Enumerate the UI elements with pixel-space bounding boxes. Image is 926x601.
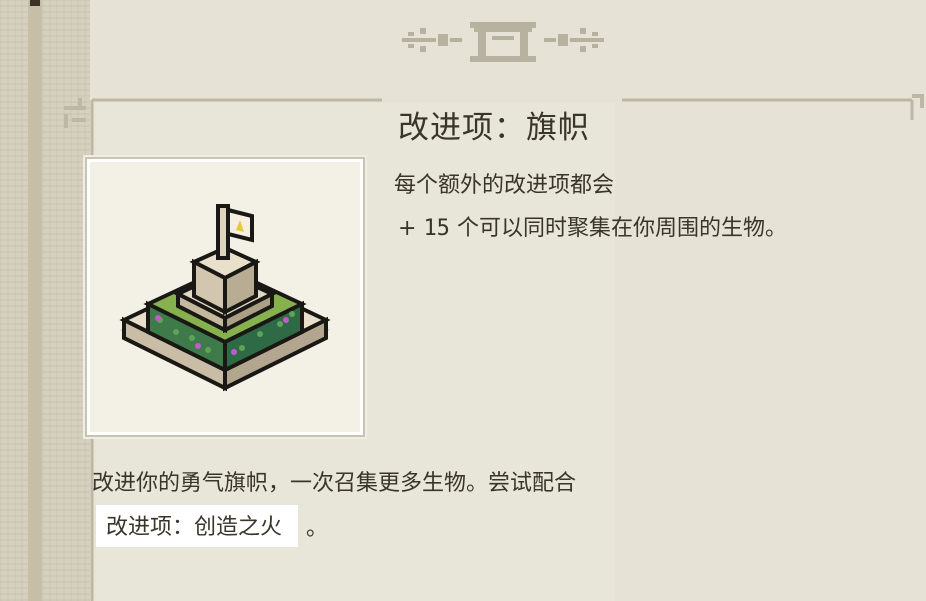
bonus-value: 15: [423, 216, 450, 241]
banner-upgrade-icon: [119, 204, 331, 392]
tooltip-screen: 改进项：旗帜 每个额外的改进项都会 + 15 个可以同时聚集在你周围的生物。 改…: [0, 0, 926, 601]
bonus-prefix: +: [398, 216, 417, 241]
body-text-line-2: 改进项：创造之火 。: [96, 505, 329, 547]
description-line-1: 每个额外的改进项都会: [394, 173, 615, 198]
body-line-end: 。: [306, 516, 329, 541]
border-shade: [28, 0, 42, 601]
related-upgrade-link[interactable]: 改进项：创造之火: [96, 505, 299, 547]
body-text-line-1: 改进你的勇气旗帜，一次召集更多生物。尝试配合: [92, 471, 577, 496]
bonus-line: + 15 个可以同时聚集在你周围的生物。: [398, 210, 787, 242]
item-image-frame: [90, 162, 360, 432]
bonus-text: 个可以同时聚集在你周围的生物。: [456, 216, 787, 241]
ornament-shrine-icon: [402, 22, 604, 62]
border-pin: [30, 0, 40, 6]
upgrade-title: 改进项：旗帜: [398, 110, 590, 146]
